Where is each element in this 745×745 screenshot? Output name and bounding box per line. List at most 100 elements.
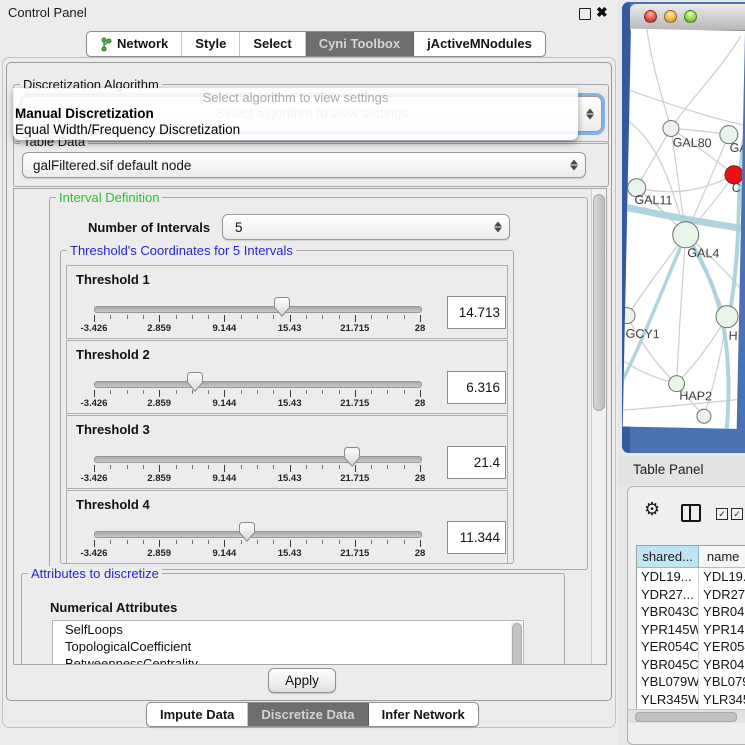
apply-button[interactable]: Apply	[268, 668, 336, 693]
tick-mark	[273, 465, 274, 469]
tab-select[interactable]: Select	[240, 32, 305, 56]
tick-mark	[322, 540, 323, 544]
tick-mark	[290, 315, 291, 322]
network-edge[interactable]	[677, 316, 727, 385]
network-edge[interactable]	[637, 128, 671, 189]
cell-name[interactable]: YBR043C	[699, 603, 745, 621]
slider-thumb[interactable]	[239, 522, 255, 542]
tab-style-label: Style	[195, 32, 226, 56]
table-data-combobox[interactable]: galFiltered.sif default node	[22, 152, 586, 178]
tab-infer-network[interactable]: Infer Network	[369, 703, 478, 726]
tick-mark	[241, 540, 242, 544]
threshold-value-field[interactable]: 6.316	[447, 371, 506, 404]
network-node-gal4[interactable]	[672, 222, 699, 249]
slider-track[interactable]	[94, 456, 422, 463]
minimize-traffic-light-icon[interactable]	[664, 10, 677, 23]
cell-name[interactable]: YLR345W	[699, 691, 745, 709]
scrollbar-thumb[interactable]	[593, 194, 605, 411]
table-row[interactable]: YBR043CYBR043C	[637, 603, 745, 621]
table-row[interactable]: YDR27...YDR27...	[637, 586, 745, 604]
network-edge[interactable]	[624, 88, 745, 126]
scrollbar-thumb[interactable]	[635, 712, 737, 722]
split-columns-icon[interactable]	[681, 504, 701, 522]
number-of-intervals-combobox[interactable]: 5	[222, 214, 510, 240]
slider-thumb[interactable]	[274, 297, 290, 317]
tick-mark	[387, 315, 388, 319]
zoom-traffic-light-icon[interactable]	[684, 10, 697, 23]
tick-label: 15.43	[278, 323, 302, 334]
threshold-value-field[interactable]: 21.4	[447, 446, 506, 479]
cell-shared-name[interactable]: YDL19...	[637, 568, 699, 586]
tab-style[interactable]: Style	[182, 32, 240, 56]
list-scrollbar[interactable]	[511, 622, 522, 665]
tick-mark	[159, 465, 160, 472]
network-node-h[interactable]	[716, 305, 738, 327]
network-edge[interactable]	[644, 29, 673, 129]
threshold-value-field[interactable]: 11.344	[447, 521, 506, 554]
cell-shared-name[interactable]: YBL079W	[637, 673, 699, 691]
tab-impute-data[interactable]: Impute Data	[147, 703, 248, 726]
select-columns-icon[interactable]: ✓	[716, 508, 728, 520]
tab-discretize-data[interactable]: Discretize Data	[248, 703, 368, 726]
select-rows-icon[interactable]: ✓	[731, 508, 743, 520]
tick-label: 2.859	[147, 473, 171, 484]
table-row[interactable]: YBR045CYBR045C	[637, 656, 745, 674]
table-row[interactable]: YDL19...YDL19...	[637, 568, 745, 586]
slider-track[interactable]	[94, 306, 422, 313]
network-canvas[interactable]: GAL80GACGAL11GAL4GCY1HHAP2	[623, 29, 745, 429]
tab-jactivemnodules[interactable]: jActiveMNodules	[414, 32, 545, 56]
cell-shared-name[interactable]: YBR045C	[637, 656, 699, 674]
network-window-titlebar[interactable]	[630, 4, 745, 31]
table-row[interactable]: YER054CYER054C	[637, 638, 745, 656]
network-node-gal80[interactable]	[663, 120, 679, 136]
tick-mark	[110, 315, 111, 319]
close-traffic-light-icon[interactable]	[644, 10, 657, 23]
cell-name[interactable]: YDL19...	[699, 568, 745, 586]
list-item[interactable]: BetweennessCentrality	[53, 655, 523, 665]
threshold-value-field[interactable]: 14.713	[447, 296, 506, 329]
settings-vertical-scrollbar[interactable]	[591, 189, 606, 664]
slider-track[interactable]	[94, 531, 422, 538]
cell-name[interactable]: YBR045C	[699, 656, 745, 674]
table-row[interactable]: YPR145WYPR145W	[637, 621, 745, 639]
settings-gear-icon[interactable]: ⚙	[644, 499, 660, 520]
network-node-unlabeled[interactable]	[697, 409, 711, 423]
tick-mark	[143, 390, 144, 394]
close-icon[interactable]: ✖	[596, 3, 608, 21]
slider-thumb[interactable]	[344, 447, 360, 467]
table-row[interactable]: YBL079WYBL079W	[637, 673, 745, 691]
numerical-attributes-list[interactable]: SelfLoopsTopologicalCoefficientBetweenne…	[52, 620, 524, 665]
cell-name[interactable]: YPR145W	[699, 621, 745, 639]
list-item[interactable]: TopologicalCoefficient	[53, 638, 523, 655]
node-label: GAL4	[687, 246, 719, 261]
network-edge[interactable]	[637, 173, 734, 193]
cell-shared-name[interactable]: YER054C	[637, 638, 699, 656]
cell-shared-name[interactable]: YLR345W	[637, 691, 699, 709]
cell-name[interactable]: YER054C	[699, 638, 745, 656]
slider-track[interactable]	[94, 381, 422, 388]
slider-ticks	[94, 465, 422, 473]
interval-definition-title: Interval Definition	[56, 190, 162, 205]
column-header-shared[interactable]: shared...	[637, 546, 699, 568]
dropdown-item-manual-discretization[interactable]: Manual Discretization	[13, 106, 578, 122]
tick-mark	[127, 465, 128, 469]
cell-shared-name[interactable]: YPR145W	[637, 621, 699, 639]
cell-name[interactable]: YBL079W	[699, 673, 745, 691]
tick-mark	[241, 315, 242, 319]
dropdown-item-equal-width-frequency[interactable]: Equal Width/Frequency Discretization	[13, 122, 578, 138]
tick-mark	[420, 465, 421, 472]
cell-name[interactable]: YDR27...	[699, 586, 745, 604]
tab-network[interactable]: Network	[87, 32, 182, 56]
list-item[interactable]: SelfLoops	[53, 621, 523, 638]
table-row[interactable]: YLR345WYLR345W	[637, 691, 745, 709]
slider-thumb[interactable]	[187, 372, 203, 392]
control-panel: Control Panel ✖ Network Style Select Cyn	[0, 0, 618, 745]
table-horizontal-scrollbar[interactable]	[628, 709, 745, 723]
cell-shared-name[interactable]: YDR27...	[637, 586, 699, 604]
column-header-name[interactable]: name	[699, 546, 745, 568]
tab-cyni-toolbox[interactable]: Cyni Toolbox	[306, 32, 414, 56]
cell-shared-name[interactable]: YBR043C	[637, 603, 699, 621]
float-window-icon[interactable]	[579, 8, 591, 20]
scrollbar-thumb[interactable]	[512, 623, 522, 665]
network-node-gcy1[interactable]	[623, 307, 635, 323]
